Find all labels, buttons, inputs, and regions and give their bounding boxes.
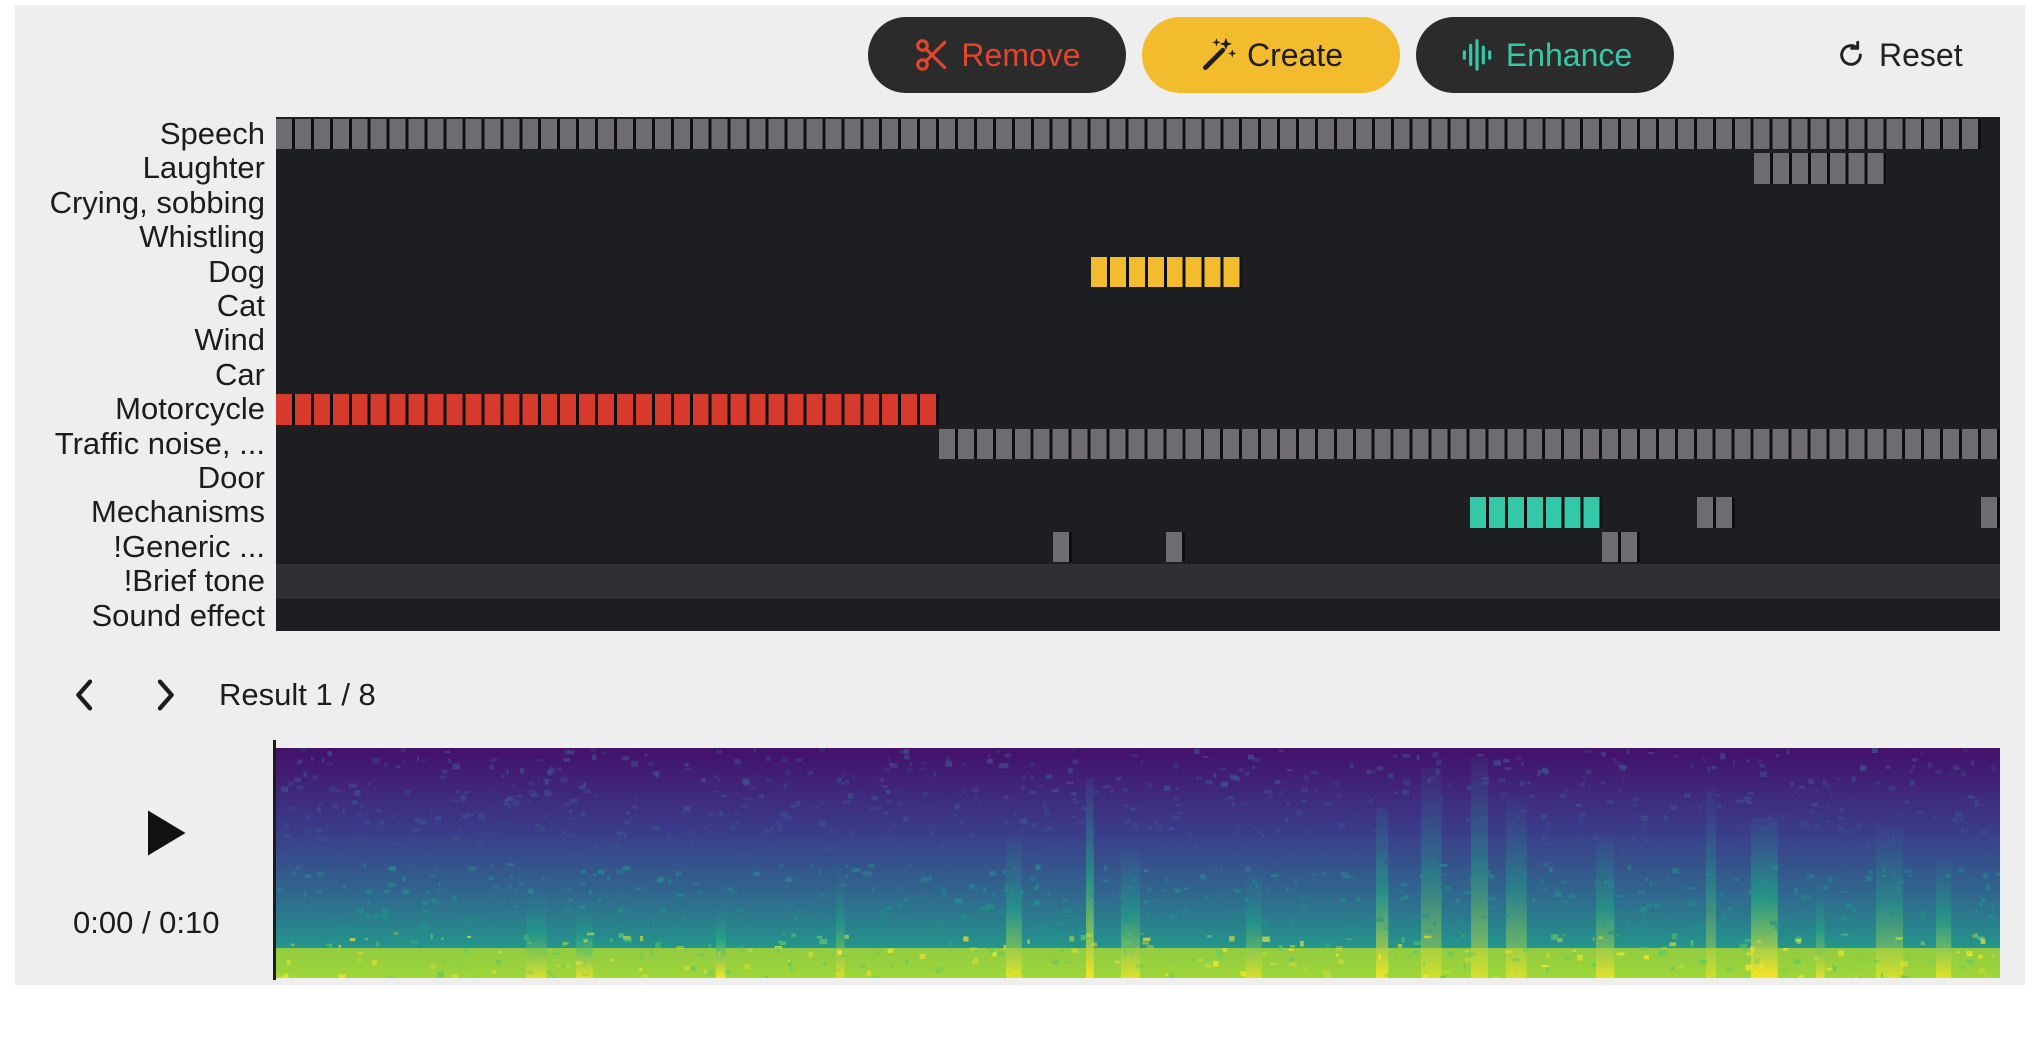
chevron-right-icon [145,670,185,720]
chevron-left-icon [65,670,105,720]
sound-editor-panel: Remove Create Enhance Reset Speech Laugh… [15,5,2025,985]
sound-segment[interactable] [1090,256,1243,287]
play-icon [133,803,193,863]
sound-class-label: Speech [159,116,265,151]
sound-segment[interactable] [1469,497,1603,528]
sound-class-label: Whistling [139,219,265,255]
create-button[interactable]: Create [1142,17,1400,93]
waveform-icon [1458,36,1496,74]
sound-segment[interactable] [1602,531,1641,563]
spectrogram[interactable] [276,748,2000,978]
reset-label: Reset [1879,36,1963,73]
remove-button[interactable]: Remove [868,17,1126,93]
sound-timeline-grid[interactable] [276,117,2000,631]
sound-segment[interactable] [1052,531,1072,563]
sound-class-label: Traffic noise, ... [54,425,265,461]
sound-class-label: !Generic ... [113,528,265,564]
create-label: Create [1246,36,1344,73]
sound-class-label: Wind [194,322,265,358]
sound-class-label: Motorcycle [115,391,265,427]
scissors-icon [913,36,951,74]
next-result-button[interactable] [145,670,185,720]
magic-wand-icon [1199,36,1237,74]
remove-label: Remove [961,36,1081,73]
sound-segment[interactable] [1696,497,1735,528]
sound-class-label: Dog [208,253,265,289]
sound-segment[interactable] [276,119,1982,150]
sound-segment[interactable] [1981,497,2000,528]
sound-class-label: Door [197,460,265,495]
sound-class-label: Mechanisms [91,494,265,530]
sound-segment[interactable] [1166,531,1186,563]
sound-class-label: Cat [216,288,265,323]
sound-segment[interactable] [939,428,2000,459]
sound-segment[interactable] [276,394,940,425]
previous-result-button[interactable] [65,670,105,720]
sound-class-label: Laughter [142,150,265,186]
sound-class-label: Crying, sobbing [49,184,265,220]
sound-class-label: Sound effect [91,597,265,633]
play-button[interactable] [133,803,193,863]
sound-class-label: !Brief tone [123,563,265,599]
enhance-label: Enhance [1505,36,1633,73]
highlighted-row[interactable] [276,564,2000,599]
sound-class-label: Car [215,356,265,392]
refresh-icon [1835,39,1867,71]
reset-button[interactable]: Reset [1835,27,1963,83]
result-counter: Result 1 / 8 [219,677,376,712]
playback-time: 0:00 / 0:10 [73,905,220,940]
sound-segment[interactable] [1753,153,1887,184]
enhance-button[interactable]: Enhance [1416,17,1674,93]
